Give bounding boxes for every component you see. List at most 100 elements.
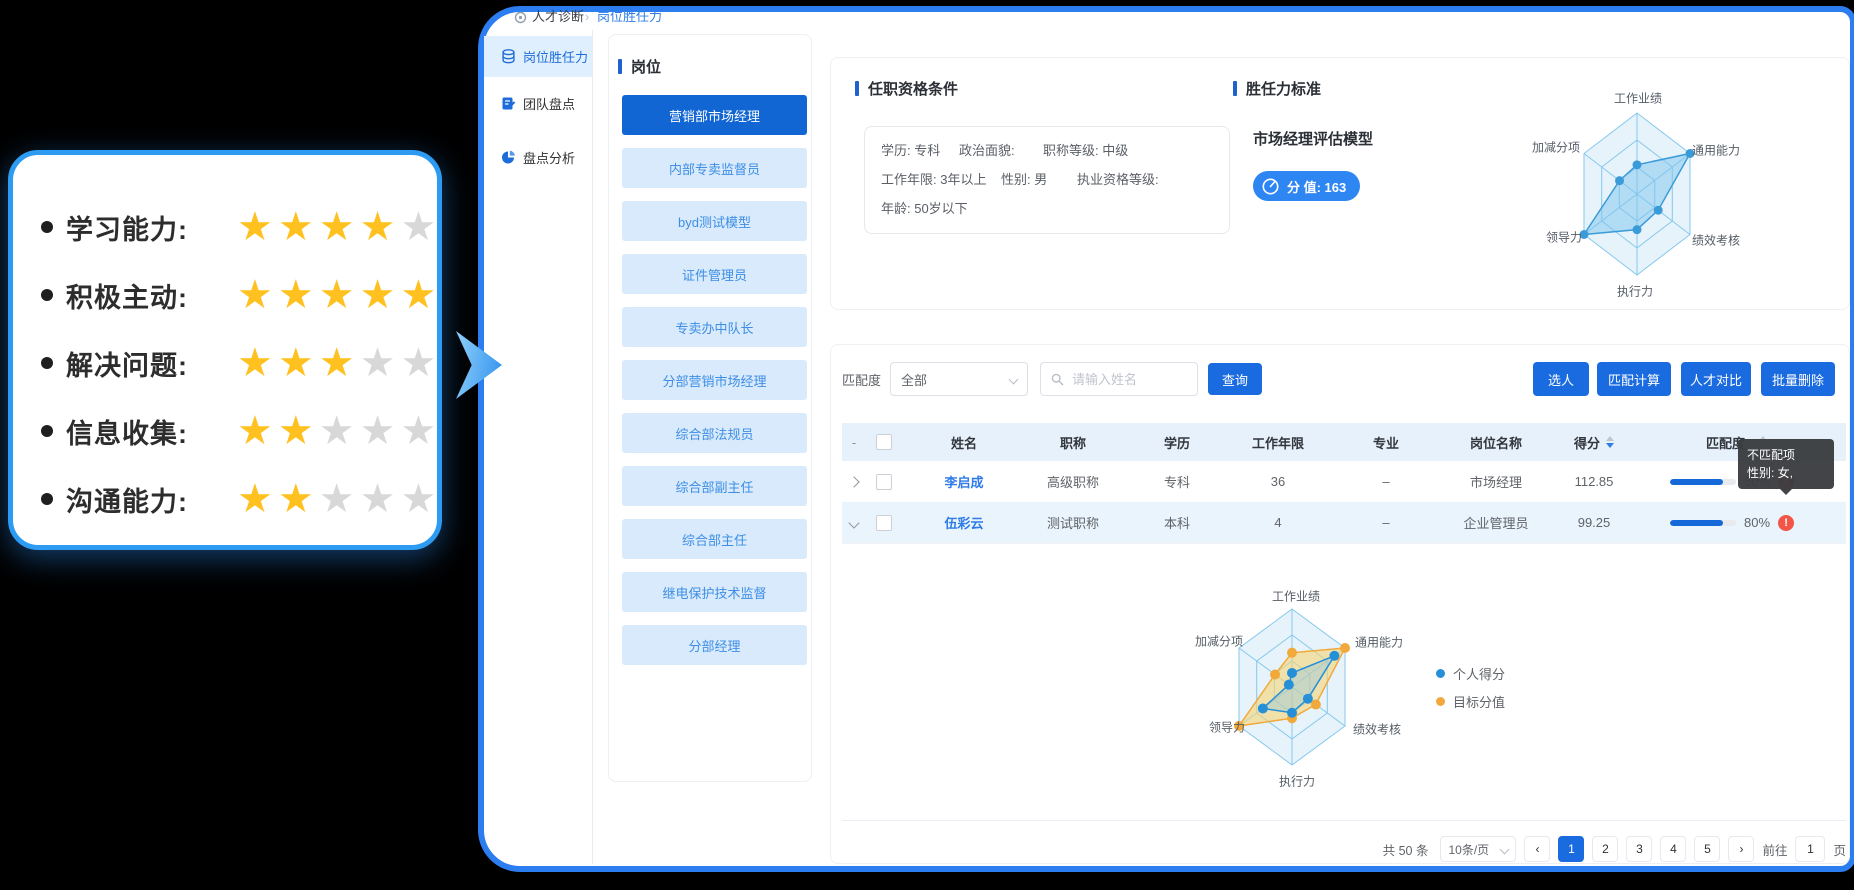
- page-button-5[interactable]: 5: [1694, 836, 1720, 862]
- star-filled-icon: ★: [360, 275, 396, 315]
- match-calc-button[interactable]: 匹配计算: [1597, 362, 1671, 396]
- next-page-button[interactable]: ›: [1728, 836, 1754, 862]
- match-progress-bar: [1670, 479, 1736, 485]
- star-rating: ★★★★★: [237, 343, 436, 383]
- expand-row-icon[interactable]: [848, 476, 859, 487]
- star-filled-icon: ★: [278, 207, 314, 247]
- name-search-input[interactable]: [1070, 371, 1187, 388]
- clipboard-edit-icon: [501, 96, 516, 111]
- position-item-6[interactable]: 综合部法规员: [622, 413, 807, 453]
- table-bottom-divider: [842, 820, 1846, 821]
- pagination: 共 50 条 10条/页 ‹ 1 2 3 4 5 › 前往 页: [1383, 836, 1846, 862]
- qualification-box: 学历: 专科 政治面貌: 职称等级: 中级 工作年限: 3年以上 性别: 男 执…: [864, 126, 1230, 234]
- table-row: 伍彩云 测试职称 本科 4 – 企业管理员 99.25 80%: [842, 502, 1846, 544]
- cell-years: 4: [1234, 515, 1322, 530]
- pagination-total: 共 50 条: [1383, 840, 1429, 859]
- select-all-checkbox[interactable]: [876, 434, 892, 450]
- field-education: 学历: 专科: [881, 142, 959, 160]
- radar-axis-label: 领导力: [1209, 719, 1245, 736]
- cell-position: 企业管理员: [1450, 513, 1542, 532]
- collapse-row-icon[interactable]: [848, 517, 859, 528]
- position-item-4[interactable]: 专卖办中队长: [622, 307, 807, 347]
- sort-desc-icon[interactable]: [1606, 443, 1614, 448]
- field-politics: 政治面貌:: [959, 142, 1043, 160]
- star-rating: ★★★★★: [237, 479, 436, 519]
- radar-axis-label: 执行力: [1279, 773, 1315, 790]
- star-rating: ★★★★★: [237, 411, 436, 451]
- star-empty-icon: ★: [360, 411, 396, 451]
- qualification-row: 学历: 专科 政治面貌: 职称等级: 中级: [881, 142, 1213, 160]
- field-work-years: 工作年限: 3年以上: [881, 171, 1001, 189]
- goto-label: 前往: [1762, 840, 1787, 859]
- talent-compare-button[interactable]: 人才对比: [1681, 362, 1751, 396]
- prev-page-button[interactable]: ‹: [1524, 836, 1550, 862]
- position-item-8[interactable]: 综合部主任: [622, 519, 807, 559]
- positions-title: 岗位: [618, 56, 661, 77]
- position-item-5[interactable]: 分部营销市场经理: [622, 360, 807, 400]
- star-empty-icon: ★: [319, 479, 355, 519]
- position-item-9[interactable]: 继电保护技术监督: [622, 572, 807, 612]
- sidebar-divider: [592, 30, 593, 864]
- score-pill: 分 值: 163: [1253, 171, 1360, 201]
- model-name: 市场经理评估模型: [1253, 128, 1373, 149]
- table-row: 李启成 高级职称 专科 36 – 市场经理 112.85 80%: [842, 461, 1846, 503]
- star-empty-icon: ★: [400, 479, 436, 519]
- page-button-1[interactable]: 1: [1558, 836, 1584, 862]
- position-item-0[interactable]: 营销部市场经理: [622, 95, 807, 135]
- page-button-2[interactable]: 2: [1592, 836, 1618, 862]
- star-filled-icon: ★: [237, 479, 273, 519]
- sort-score-control[interactable]: [1606, 436, 1614, 448]
- star-filled-icon: ★: [278, 411, 314, 451]
- radar-axis-label: 绩效考核: [1692, 232, 1740, 249]
- breadcrumb-root[interactable]: 人才诊断: [532, 9, 584, 25]
- goto-unit: 页: [1833, 840, 1846, 859]
- match-percent: 80%: [1744, 515, 1770, 530]
- search-button[interactable]: 查询: [1208, 363, 1262, 395]
- title-bar-decoration: [618, 59, 622, 74]
- position-item-10[interactable]: 分部经理: [622, 625, 807, 665]
- sidebar-item-team[interactable]: 团队盘点: [501, 94, 575, 113]
- sidebar-item-analysis[interactable]: 盘点分析: [501, 148, 575, 167]
- mismatch-tooltip: 不匹配项 性别: 女,: [1738, 439, 1834, 489]
- rating-label: 解决问题:: [66, 344, 224, 383]
- radar-axis-label: 加减分项: [1195, 633, 1243, 650]
- row-checkbox[interactable]: [876, 474, 892, 490]
- star-filled-icon: ★: [319, 275, 355, 315]
- row-checkbox[interactable]: [876, 515, 892, 531]
- field-gender: 性别: 男: [1001, 171, 1077, 189]
- legend-target-score[interactable]: 目标分值: [1436, 692, 1505, 711]
- star-empty-icon: ★: [400, 207, 436, 247]
- field-age: 年龄: 50岁以下: [881, 200, 968, 218]
- select-person-button[interactable]: 选人: [1533, 362, 1589, 396]
- title-bar-decoration: [1233, 81, 1237, 96]
- page-button-3[interactable]: 3: [1626, 836, 1652, 862]
- sort-asc-icon[interactable]: [1606, 436, 1614, 441]
- competency-standard-radar-chart: [1507, 74, 1767, 314]
- star-rating: ★★★★★: [237, 207, 436, 247]
- sidebar-item-competency[interactable]: 岗位胜任力: [484, 36, 592, 77]
- position-item-3[interactable]: 证件管理员: [622, 254, 807, 294]
- radar-axis-label: 绩效考核: [1353, 721, 1401, 738]
- header-years: 工作年限: [1234, 433, 1322, 452]
- batch-delete-button[interactable]: 批量删除: [1761, 362, 1835, 396]
- star-filled-icon: ★: [237, 275, 273, 315]
- position-item-7[interactable]: 综合部副主任: [622, 466, 807, 506]
- person-name-link[interactable]: 伍彩云: [944, 513, 983, 532]
- bullet-icon: [41, 357, 53, 369]
- page-button-4[interactable]: 4: [1660, 836, 1686, 862]
- goto-page-input[interactable]: [1795, 836, 1825, 862]
- qualification-row: 工作年限: 3年以上 性别: 男 执业资格等级:: [881, 171, 1213, 189]
- legend-personal-score[interactable]: 个人得分: [1436, 664, 1505, 683]
- cell-title: 测试职称: [1026, 513, 1120, 532]
- search-icon: [1051, 373, 1064, 386]
- cell-education: 本科: [1120, 513, 1234, 532]
- rating-label: 沟通能力:: [66, 480, 224, 519]
- mismatch-warning-icon[interactable]: [1778, 515, 1794, 531]
- position-item-2[interactable]: byd测试模型: [622, 201, 807, 241]
- diagnose-icon: [514, 11, 527, 24]
- match-filter-select[interactable]: 全部: [890, 362, 1028, 396]
- page-size-select[interactable]: 10条/页: [1440, 836, 1516, 862]
- position-item-1[interactable]: 内部专卖监督员: [622, 148, 807, 188]
- person-name-link[interactable]: 李启成: [944, 472, 983, 491]
- rating-row: 沟通能力: ★★★★★: [41, 475, 436, 523]
